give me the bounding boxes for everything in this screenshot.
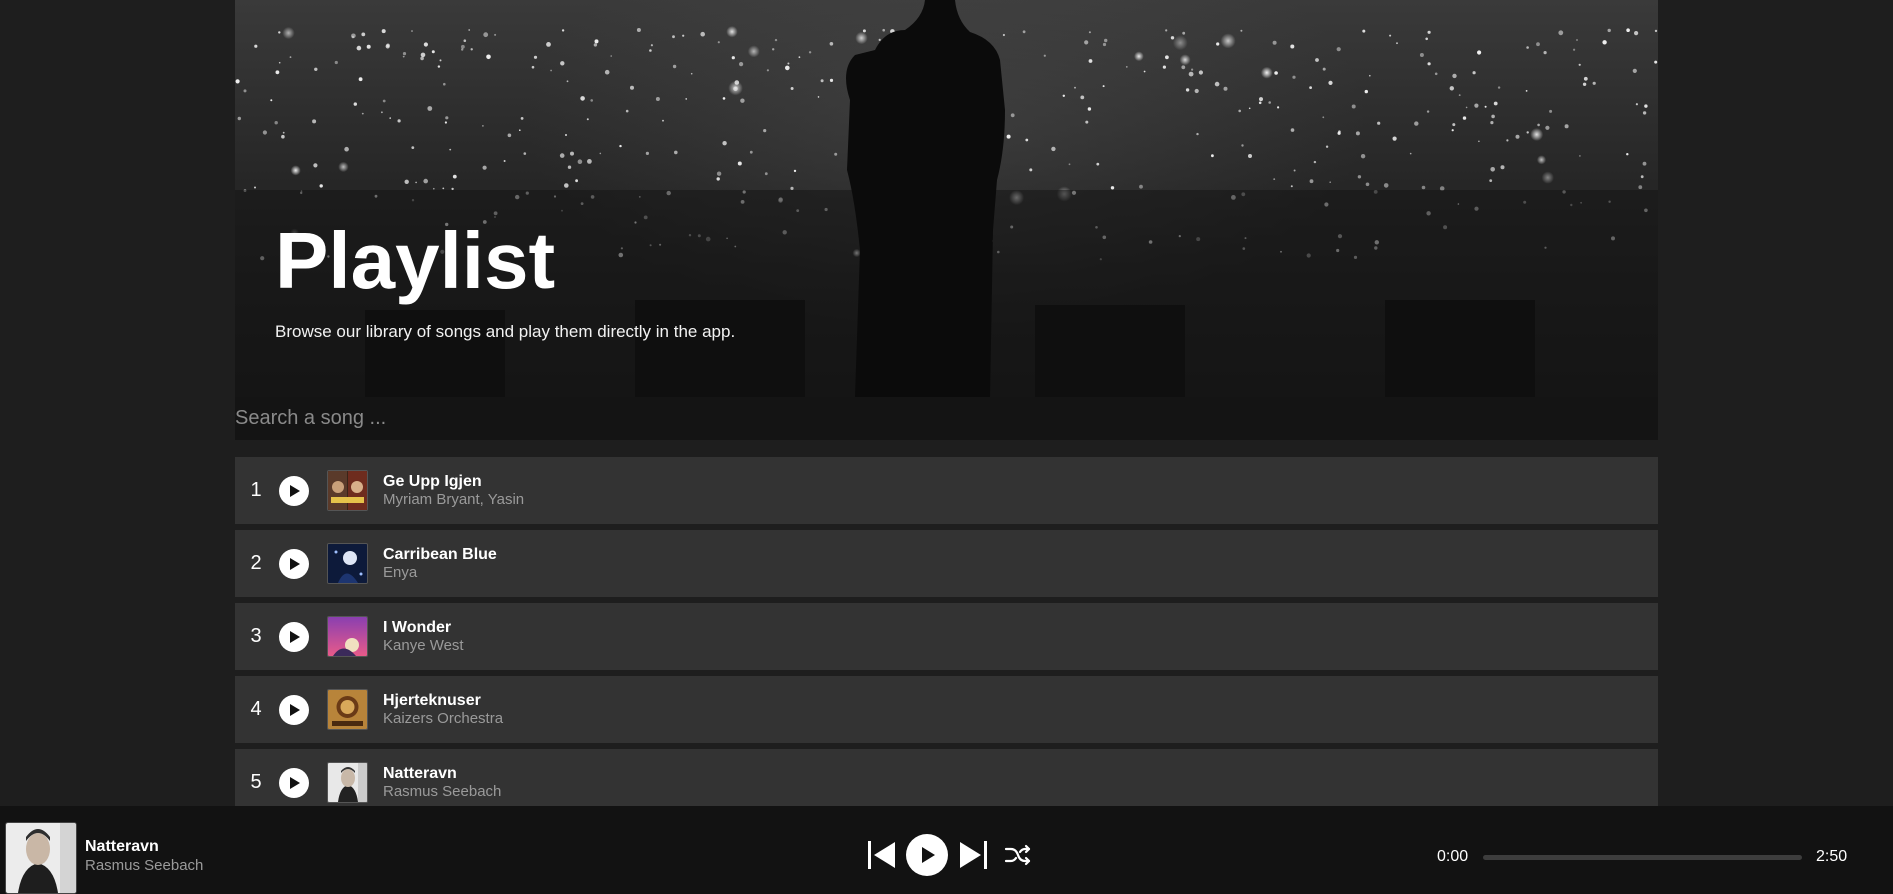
album-cover [327, 616, 368, 657]
page-title: Playlist [275, 216, 556, 305]
shuffle-icon [1004, 844, 1031, 866]
song-title: Carribean Blue [383, 546, 497, 563]
previous-button[interactable] [866, 839, 898, 876]
search-input[interactable] [235, 397, 1658, 440]
song-row[interactable]: 5 Natteravn Rasmus Seebach [235, 749, 1658, 806]
player-bar: Natteravn Rasmus Seebach 0:00 2:50 [0, 806, 1893, 894]
album-cover [327, 470, 368, 511]
play-icon [290, 557, 300, 570]
song-list: 1 Ge Upp Igjen Myriam Bryant, Yasin 2 Ca… [235, 457, 1658, 806]
play-pause-button[interactable] [906, 834, 948, 876]
song-title: Hjerteknuser [383, 692, 481, 709]
play-icon [922, 847, 935, 863]
song-title: I Wonder [383, 619, 452, 636]
skip-next-icon [960, 841, 987, 869]
song-title: Natteravn [383, 765, 457, 782]
song-index: 5 [250, 771, 262, 793]
play-icon [290, 776, 300, 789]
song-row[interactable]: 3 I Wonder Kanye West [235, 603, 1658, 670]
current-time: 0:00 [1437, 848, 1469, 865]
play-icon [290, 703, 300, 716]
song-artist: Myriam Bryant, Yasin [383, 491, 525, 508]
song-artist: Kaizers Orchestra [383, 710, 504, 727]
main-content: Playlist Browse our library of songs and… [235, 0, 1658, 806]
song-index: 2 [250, 552, 262, 574]
song-row[interactable]: 4 Hjerteknuser Kaizers Orchestra [235, 676, 1658, 743]
album-cover [327, 762, 368, 803]
play-button[interactable] [279, 621, 309, 652]
now-playing-cover [5, 822, 77, 894]
song-artist: Rasmus Seebach [383, 783, 502, 800]
play-button[interactable] [279, 475, 309, 506]
play-button[interactable] [279, 548, 309, 579]
song-artist: Enya [383, 564, 418, 581]
play-button[interactable] [279, 694, 309, 725]
now-playing-title: Natteravn [85, 838, 159, 855]
song-row[interactable]: 2 Carribean Blue Enya [235, 530, 1658, 597]
hero-banner: Playlist Browse our library of songs and… [235, 0, 1658, 397]
play-icon [290, 630, 300, 643]
album-cover [327, 689, 368, 730]
song-index: 4 [250, 698, 262, 720]
total-duration: 2:50 [1816, 848, 1848, 865]
song-index: 1 [250, 479, 262, 501]
page-subtitle: Browse our library of songs and play the… [275, 322, 736, 341]
next-button[interactable] [957, 839, 989, 876]
shuffle-button[interactable] [1004, 843, 1032, 872]
play-icon [290, 484, 300, 497]
progress-bar[interactable] [1483, 855, 1802, 860]
play-button[interactable] [279, 767, 309, 798]
skip-previous-icon [868, 841, 895, 869]
album-cover [327, 543, 368, 584]
now-playing-artist: Rasmus Seebach [85, 857, 204, 874]
song-artist: Kanye West [383, 637, 464, 654]
song-index: 3 [250, 625, 262, 647]
song-row[interactable]: 1 Ge Upp Igjen Myriam Bryant, Yasin [235, 457, 1658, 524]
song-title: Ge Upp Igjen [383, 473, 482, 490]
